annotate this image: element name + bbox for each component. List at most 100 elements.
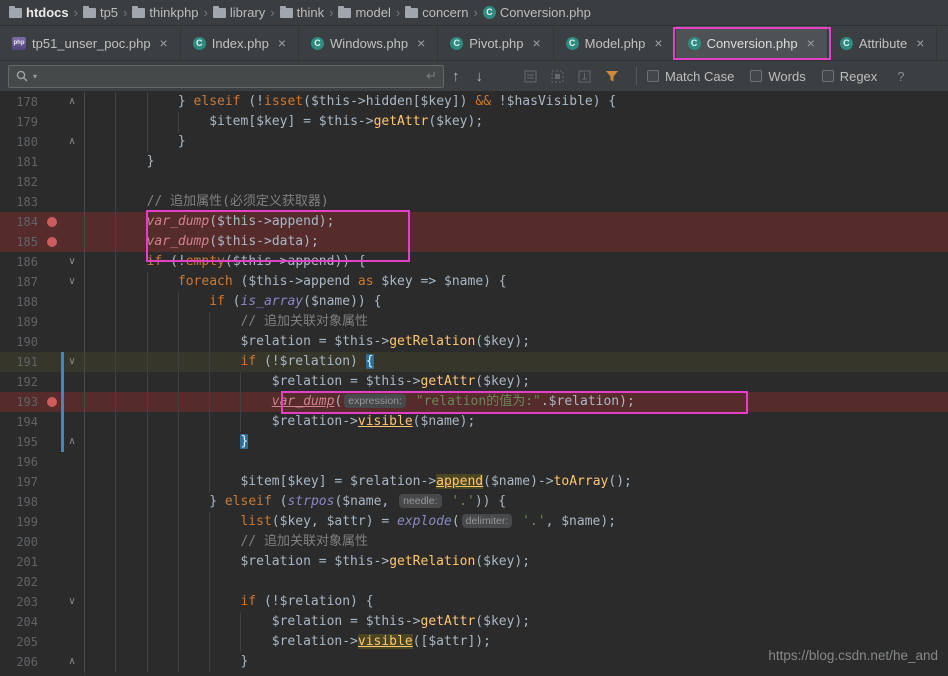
code-line-178[interactable]: 178 ∧} elseif (!isset($this->hidden[$key]… [0, 92, 948, 112]
code-line-189[interactable]: 189 // 追加关联对象属性 [0, 312, 948, 332]
tab-pivot-php[interactable]: C Pivot.php × [438, 26, 554, 60]
line-number[interactable]: 203 [0, 592, 44, 612]
fold-down-icon[interactable]: ∨ [68, 356, 75, 367]
fold-gutter[interactable] [60, 112, 84, 132]
close-icon[interactable]: × [160, 35, 168, 51]
close-icon[interactable]: × [278, 35, 286, 51]
line-number[interactable]: 181 [0, 152, 44, 172]
fold-down-icon[interactable]: ∨ [68, 596, 75, 607]
fold-gutter[interactable]: ∧ [60, 92, 84, 112]
code-line-192[interactable]: 192 $relation = $this->getAttr($key); [0, 372, 948, 392]
code-line-182[interactable]: 182 [0, 172, 948, 192]
breakpoint-gutter[interactable] [44, 432, 60, 452]
regex-toggle[interactable]: Regex [821, 69, 877, 84]
fold-gutter[interactable]: ∧ [60, 652, 84, 672]
editor[interactable]: 178 ∧} elseif (!isset($this->hidden[$key]… [0, 92, 948, 676]
breakpoint-gutter[interactable] [44, 632, 60, 652]
breadcrumb-item-library[interactable]: library [210, 5, 268, 20]
close-icon[interactable]: × [417, 35, 425, 51]
breakpoint-gutter[interactable] [44, 572, 60, 592]
line-number[interactable]: 192 [0, 372, 44, 392]
line-number[interactable]: 178 [0, 92, 44, 112]
line-number[interactable]: 198 [0, 492, 44, 512]
code-line-179[interactable]: 179 $item[$key] = $this->getAttr($key); [0, 112, 948, 132]
fold-gutter[interactable] [60, 172, 84, 192]
fold-gutter[interactable] [60, 292, 84, 312]
line-number[interactable]: 200 [0, 532, 44, 552]
line-number[interactable]: 201 [0, 552, 44, 572]
breakpoint-gutter[interactable] [44, 512, 60, 532]
code-line-202[interactable]: 202 [0, 572, 948, 592]
filter-icon[interactable] [598, 70, 626, 83]
breakpoint-gutter[interactable] [44, 192, 60, 212]
line-number[interactable]: 190 [0, 332, 44, 352]
code-line-186[interactable]: 186 ∨ if (!empty($this->append)) { [0, 252, 948, 272]
fold-gutter[interactable]: ∨ [60, 592, 84, 612]
breakpoint-gutter[interactable] [44, 472, 60, 492]
line-number[interactable]: 191 [0, 352, 44, 372]
fold-up-icon[interactable]: ∧ [68, 656, 75, 667]
code-line-199[interactable]: 199 list($key, $attr) = explode(delimiter… [0, 512, 948, 532]
tab-attribute[interactable]: C Attribute × [828, 26, 938, 60]
line-number[interactable]: 187 [0, 272, 44, 292]
breakpoint-gutter[interactable] [44, 532, 60, 552]
breakpoint-gutter[interactable] [44, 252, 60, 272]
find-next-button[interactable]: ↓ [468, 68, 492, 85]
fold-gutter[interactable] [60, 492, 84, 512]
breakpoint-gutter[interactable] [44, 292, 60, 312]
fold-gutter[interactable] [60, 232, 84, 252]
line-number[interactable]: 197 [0, 472, 44, 492]
fold-gutter[interactable] [60, 552, 84, 572]
code-line-198[interactable]: 198} elseif (strpos($name, needle: '.'))… [0, 492, 948, 512]
checkbox-icon[interactable] [821, 70, 834, 82]
tab-model-php[interactable]: C Model.php × [554, 26, 676, 60]
breadcrumb-item-model[interactable]: model [335, 5, 393, 20]
tab-conversion-php[interactable]: C Conversion.php × [675, 26, 828, 60]
code-line-183[interactable]: 183 // 追加属性(必须定义获取器) [0, 192, 948, 212]
tab-windows-php[interactable]: C Windows.php × [299, 26, 439, 60]
line-number[interactable]: 189 [0, 312, 44, 332]
fold-up-icon[interactable]: ∧ [68, 436, 75, 447]
breakpoint-gutter[interactable] [44, 172, 60, 192]
breakpoint-gutter[interactable] [44, 592, 60, 612]
line-number[interactable]: 188 [0, 292, 44, 312]
breadcrumb-item-htdocs[interactable]: htdocs [6, 5, 72, 20]
fold-gutter[interactable] [60, 452, 84, 472]
find-in-selection-icon[interactable] [544, 70, 571, 83]
line-number[interactable]: 205 [0, 632, 44, 652]
breakpoint-gutter[interactable] [44, 372, 60, 392]
tab-index-php[interactable]: C Index.php × [181, 26, 300, 60]
breadcrumb-item-think[interactable]: think [277, 5, 327, 20]
line-number[interactable]: 185 [0, 232, 44, 252]
breakpoint-gutter[interactable] [44, 232, 60, 252]
code-line-194[interactable]: 194 $relation->visible($name); [0, 412, 948, 432]
fold-gutter[interactable] [60, 472, 84, 492]
close-icon[interactable]: × [654, 35, 662, 51]
breakpoint-icon[interactable] [47, 237, 57, 247]
find-previous-button[interactable]: ↑ [444, 68, 468, 85]
code-line-203[interactable]: 203 ∨ if (!$relation) { [0, 592, 948, 612]
code-line-195[interactable]: 195 ∧} [0, 432, 948, 452]
breakpoint-gutter[interactable] [44, 552, 60, 572]
code-line-193[interactable]: 193 var_dump(expression: "relation的值为:".$… [0, 392, 948, 412]
close-icon[interactable]: × [532, 35, 540, 51]
code-line-197[interactable]: 197 $item[$key] = $relation->append($name… [0, 472, 948, 492]
checkbox-icon[interactable] [647, 70, 659, 82]
fold-gutter[interactable]: ∨ [60, 252, 84, 272]
search-input[interactable] [41, 68, 423, 84]
breakpoint-gutter[interactable] [44, 452, 60, 472]
line-number[interactable]: 195 [0, 432, 44, 452]
breadcrumb-item-thinkphp[interactable]: thinkphp [129, 5, 201, 20]
fold-gutter[interactable] [60, 632, 84, 652]
breakpoint-icon[interactable] [47, 217, 57, 227]
fold-gutter[interactable] [60, 152, 84, 172]
breakpoint-gutter[interactable] [44, 132, 60, 152]
code-line-184[interactable]: 184 var_dump($this->append); [0, 212, 948, 232]
fold-gutter[interactable]: ∧ [60, 132, 84, 152]
breakpoint-gutter[interactable] [44, 332, 60, 352]
fold-gutter[interactable] [60, 512, 84, 532]
breakpoint-gutter[interactable] [44, 412, 60, 432]
line-number[interactable]: 206 [0, 652, 44, 672]
fold-gutter[interactable] [60, 192, 84, 212]
fold-up-icon[interactable]: ∧ [68, 136, 75, 147]
